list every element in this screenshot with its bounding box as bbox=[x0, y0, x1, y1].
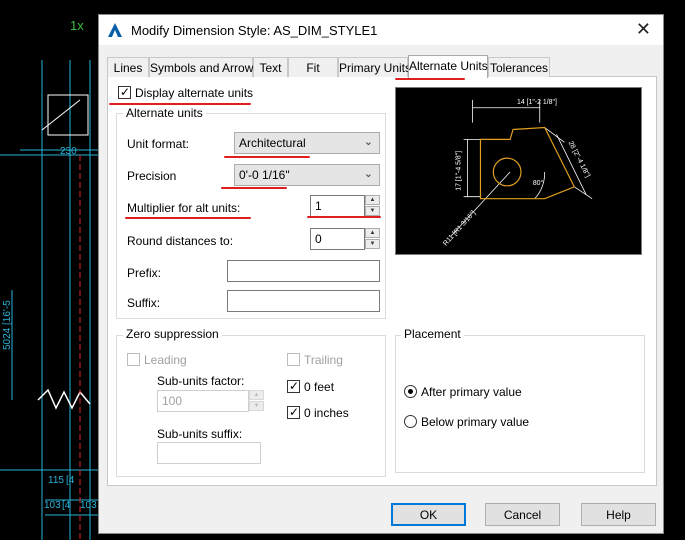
highlight-underline bbox=[307, 216, 381, 218]
subunits-factor-input[interactable]: 100 bbox=[157, 390, 249, 412]
after-primary-label: After primary value bbox=[421, 385, 522, 399]
cancel-button[interactable]: Cancel bbox=[485, 503, 560, 526]
highlight-underline bbox=[224, 156, 310, 158]
multiplier-label: Multiplier for alt units: bbox=[127, 201, 241, 215]
precision-value: 0'-0 1/16" bbox=[239, 168, 290, 182]
zero-feet-label: 0 feet bbox=[304, 380, 335, 394]
tab-symbols-and-arrows[interactable]: Symbols and Arrows bbox=[149, 57, 259, 77]
round-distances-label: Round distances to: bbox=[127, 234, 234, 248]
chevron-down-icon: ⌄ bbox=[363, 168, 373, 180]
zero-feet-checkbox[interactable]: ✓ bbox=[287, 379, 300, 393]
below-primary-label: Below primary value bbox=[421, 415, 530, 429]
cad-dim-text: 103 bbox=[80, 500, 97, 511]
unit-format-select[interactable]: Architectural ⌄ bbox=[234, 132, 380, 154]
subunits-suffix-label: Sub-units suffix: bbox=[157, 427, 243, 441]
tab-lines[interactable]: Lines bbox=[107, 57, 149, 77]
below-primary-radio[interactable] bbox=[404, 415, 417, 428]
suffix-label: Suffix: bbox=[127, 296, 161, 310]
modify-dimension-style-dialog: Modify Dimension Style: AS_DIM_STYLE1 ✕ … bbox=[98, 14, 664, 534]
ok-button[interactable]: OK bbox=[391, 503, 466, 526]
trailing-checkbox[interactable] bbox=[287, 353, 300, 366]
spin-down-icon[interactable]: ▼ bbox=[365, 206, 380, 216]
subunits-factor-spinner[interactable]: ▲ ▼ bbox=[249, 390, 264, 412]
cad-dim-text: [4 bbox=[66, 475, 75, 486]
multiplier-input[interactable]: 1 bbox=[310, 195, 365, 217]
preview-dim-left: 17 [1"-4 5/8"] bbox=[456, 151, 463, 191]
tab-tolerances[interactable]: Tolerances bbox=[488, 57, 550, 77]
title-bar[interactable]: Modify Dimension Style: AS_DIM_STYLE1 ✕ bbox=[99, 15, 663, 45]
highlight-underline bbox=[109, 103, 251, 105]
autocad-logo-icon bbox=[108, 23, 122, 37]
precision-select[interactable]: 0'-0 1/16" ⌄ bbox=[234, 164, 380, 186]
prefix-input[interactable] bbox=[227, 260, 380, 282]
dimension-preview: 14 [1"-2 1/8"] 17 [1"-4 5/8"] 28 [2"-4 1… bbox=[395, 87, 642, 255]
highlight-underline bbox=[395, 78, 465, 80]
zero-suppression-group-title: Zero suppression bbox=[123, 327, 222, 341]
placement-group bbox=[395, 335, 645, 473]
highlight-underline bbox=[221, 187, 287, 189]
zero-inches-label: 0 inches bbox=[304, 406, 349, 420]
preview-dim-right: 28 [2"-4 1/8"] bbox=[567, 140, 591, 179]
subunits-factor-label: Sub-units factor: bbox=[157, 374, 245, 388]
spin-down-icon[interactable]: ▼ bbox=[365, 239, 380, 249]
spin-up-icon[interactable]: ▲ bbox=[249, 390, 264, 400]
tab-fit[interactable]: Fit bbox=[288, 57, 338, 77]
spin-down-icon[interactable]: ▼ bbox=[249, 401, 264, 411]
trailing-label: Trailing bbox=[304, 353, 343, 367]
preview-dim-top: 14 [1"-2 1/8"] bbox=[517, 99, 557, 106]
tab-alternate-units[interactable]: Alternate Units bbox=[408, 55, 488, 78]
precision-label: Precision bbox=[127, 169, 177, 183]
alternate-units-group-title: Alternate units bbox=[123, 106, 206, 120]
spin-up-icon[interactable]: ▲ bbox=[365, 195, 380, 205]
tab-primary-units[interactable]: Primary Units bbox=[338, 57, 411, 77]
cad-dim-text: 115 bbox=[48, 475, 64, 486]
cad-dim-text: [4 bbox=[62, 500, 71, 511]
tab-text[interactable]: Text bbox=[253, 57, 288, 77]
prefix-label: Prefix: bbox=[127, 266, 162, 280]
unit-format-value: Architectural bbox=[239, 136, 306, 150]
cad-dim-text: 103 bbox=[44, 500, 61, 511]
multiplier-spinner[interactable]: ▲ ▼ bbox=[365, 195, 380, 217]
cad-dim-text: 230 bbox=[60, 146, 77, 157]
highlight-underline bbox=[125, 217, 251, 219]
suffix-input[interactable] bbox=[227, 290, 380, 312]
round-distances-input[interactable]: 0 bbox=[310, 228, 365, 250]
after-primary-radio[interactable] bbox=[404, 385, 417, 398]
preview-dim-bottom: R11 [R1 3/16"] bbox=[442, 210, 477, 248]
dialog-title: Modify Dimension Style: AS_DIM_STYLE1 bbox=[131, 23, 378, 38]
zero-inches-checkbox[interactable]: ✓ bbox=[287, 405, 300, 419]
cad-layer-label: 1x bbox=[70, 18, 84, 33]
leading-checkbox[interactable] bbox=[127, 353, 140, 366]
placement-group-title: Placement bbox=[401, 327, 464, 341]
round-distances-spinner[interactable]: ▲ ▼ bbox=[365, 228, 380, 250]
cad-dim-text: 5024 [16'-5 bbox=[2, 300, 13, 350]
subunits-suffix-input[interactable] bbox=[157, 442, 261, 464]
spin-up-icon[interactable]: ▲ bbox=[365, 228, 380, 238]
preview-angle: 80° bbox=[533, 179, 544, 187]
leading-label: Leading bbox=[144, 353, 187, 367]
display-alternate-units-checkbox[interactable]: ✓ bbox=[118, 85, 131, 99]
close-icon[interactable]: ✕ bbox=[636, 20, 651, 38]
help-button[interactable]: Help bbox=[581, 503, 656, 526]
unit-format-label: Unit format: bbox=[127, 137, 190, 151]
chevron-down-icon: ⌄ bbox=[363, 136, 373, 148]
display-alternate-units-label: Display alternate units bbox=[135, 86, 254, 100]
